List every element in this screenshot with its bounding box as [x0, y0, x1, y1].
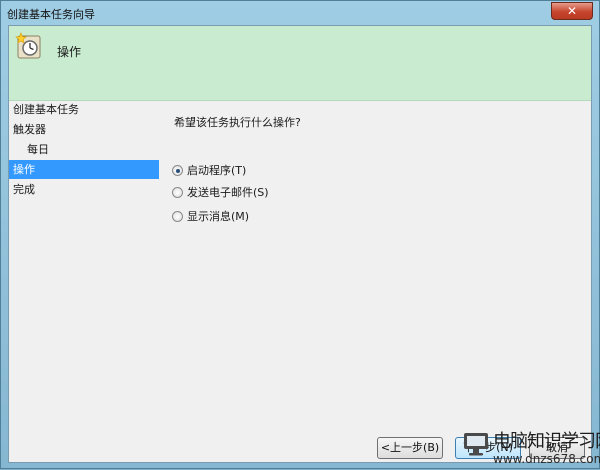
header-title: 操作: [57, 45, 82, 59]
back-button[interactable]: <上一步(B): [377, 437, 443, 459]
step-finish[interactable]: 完成: [9, 180, 159, 199]
wizard-window: 创建基本任务向导 ✕ 操作 创建基本任务 触发器 每日 操作 完成 希望该任务执…: [0, 0, 600, 469]
action-question: 希望该任务执行什么操作?: [174, 116, 301, 129]
wizard-content: 操作 创建基本任务 触发器 每日 操作 完成 希望该任务执行什么操作? 启动程序…: [8, 25, 592, 463]
step-action[interactable]: 操作: [9, 160, 159, 179]
site-watermark: 电脑知识学习网 www.dnzs678.com: [459, 425, 600, 470]
step-create-basic-task[interactable]: 创建基本任务: [9, 100, 159, 119]
computer-logo-icon: [464, 433, 488, 456]
title-bar[interactable]: 创建基本任务向导 ✕: [1, 1, 599, 25]
radio-button[interactable]: [172, 187, 183, 198]
wizard-steps-panel: 创建基本任务 触发器 每日 操作 完成: [9, 100, 159, 462]
wizard-header: 操作: [9, 26, 591, 101]
watermark-url: www.dnzs678.com: [493, 452, 600, 466]
radio-button-checked[interactable]: [172, 165, 183, 176]
watermark-title: 电脑知识学习网: [493, 431, 600, 452]
window-title: 创建基本任务向导: [7, 8, 95, 21]
task-scheduler-clock-icon: [15, 32, 41, 59]
step-daily[interactable]: 每日: [9, 140, 159, 159]
close-icon: ✕: [566, 4, 578, 18]
close-button[interactable]: ✕: [551, 2, 593, 20]
option-label[interactable]: 启动程序(T): [187, 163, 246, 179]
step-trigger[interactable]: 触发器: [9, 120, 159, 139]
option-label[interactable]: 发送电子邮件(S): [187, 185, 269, 201]
option-label[interactable]: 显示消息(M): [187, 209, 249, 225]
radio-button[interactable]: [172, 211, 183, 222]
